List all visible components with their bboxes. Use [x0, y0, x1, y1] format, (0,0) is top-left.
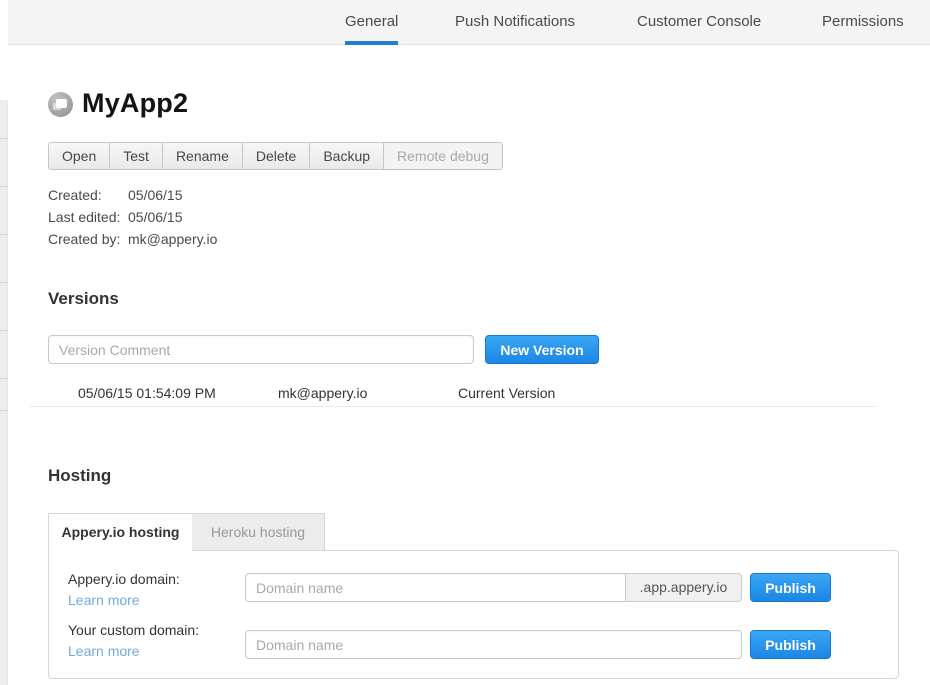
info-row-last-edited: Last edited: 05/06/15	[48, 206, 217, 228]
tab-push-notifications[interactable]: Push Notifications	[455, 0, 575, 45]
custom-domain-learn-more-link[interactable]: Learn more	[68, 643, 140, 659]
info-label: Last edited:	[48, 206, 128, 228]
publish-appery-domain-button[interactable]: Publish	[750, 573, 831, 602]
test-button[interactable]: Test	[109, 142, 163, 170]
sidebar-row-divider	[0, 186, 8, 187]
tab-push-notifications-label: Push Notifications	[455, 13, 575, 30]
apps-sidebar-edge-list	[0, 100, 8, 685]
info-label: Created by:	[48, 228, 128, 250]
remote-debug-button: Remote debug	[383, 142, 503, 170]
active-tab-underline	[345, 41, 398, 45]
version-date: 05/06/15 01:54:09 PM	[78, 379, 216, 407]
delete-button[interactable]: Delete	[242, 142, 310, 170]
app-icon	[48, 92, 73, 117]
version-row: 05/06/15 01:54:09 PM mk@appery.io Curren…	[30, 379, 875, 407]
tab-customer-console-label: Customer Console	[637, 13, 761, 30]
info-value: 05/06/15	[128, 206, 183, 228]
new-version-button[interactable]: New Version	[485, 335, 599, 364]
info-value: 05/06/15	[128, 184, 183, 206]
tab-appery-hosting[interactable]: Appery.io hosting	[48, 513, 193, 551]
app-info-block: Created: 05/06/15 Last edited: 05/06/15 …	[48, 184, 217, 250]
page-title: MyApp2	[82, 88, 188, 119]
hosting-panel	[48, 550, 899, 679]
appery-domain-learn-more-link[interactable]: Learn more	[68, 592, 140, 608]
tab-customer-console[interactable]: Customer Console	[637, 0, 761, 45]
info-label: Created:	[48, 184, 128, 206]
versions-heading: Versions	[48, 289, 119, 309]
tab-permissions[interactable]: Permissions	[822, 0, 904, 45]
tab-permissions-label: Permissions	[822, 13, 904, 30]
custom-domain-input[interactable]	[245, 630, 742, 659]
sidebar-row-divider	[0, 138, 8, 139]
sidebar-row-divider	[0, 378, 8, 379]
tab-general[interactable]: General	[345, 0, 398, 45]
info-value: mk@appery.io	[128, 228, 217, 250]
sidebar-row-divider	[0, 234, 8, 235]
sidebar-row-divider	[0, 282, 8, 283]
appery-domain-suffix: .app.appery.io	[625, 573, 742, 602]
publish-custom-domain-button[interactable]: Publish	[750, 630, 831, 659]
hosting-heading: Hosting	[48, 466, 111, 486]
top-tabs-bar: General Push Notifications Customer Cons…	[8, 0, 930, 45]
sidebar-row-divider	[0, 330, 8, 331]
custom-domain-label: Your custom domain:	[68, 622, 199, 638]
app-icon-window-front	[56, 99, 67, 108]
tab-general-label: General	[345, 13, 398, 30]
info-row-created: Created: 05/06/15	[48, 184, 217, 206]
version-status: Current Version	[458, 379, 555, 407]
open-button[interactable]: Open	[48, 142, 110, 170]
info-row-created-by: Created by: mk@appery.io	[48, 228, 217, 250]
version-author: mk@appery.io	[278, 379, 367, 407]
tab-heroku-hosting[interactable]: Heroku hosting	[192, 513, 325, 550]
appery-domain-input[interactable]	[245, 573, 626, 602]
version-comment-input[interactable]	[48, 335, 474, 364]
appery-domain-label: Appery.io domain:	[68, 571, 180, 587]
backup-button[interactable]: Backup	[309, 142, 384, 170]
sidebar-row-divider	[0, 410, 8, 411]
apps-sidebar-edge	[0, 0, 8, 685]
rename-button[interactable]: Rename	[162, 142, 243, 170]
app-action-group: Open Test Rename Delete Backup Remote de…	[48, 142, 503, 170]
